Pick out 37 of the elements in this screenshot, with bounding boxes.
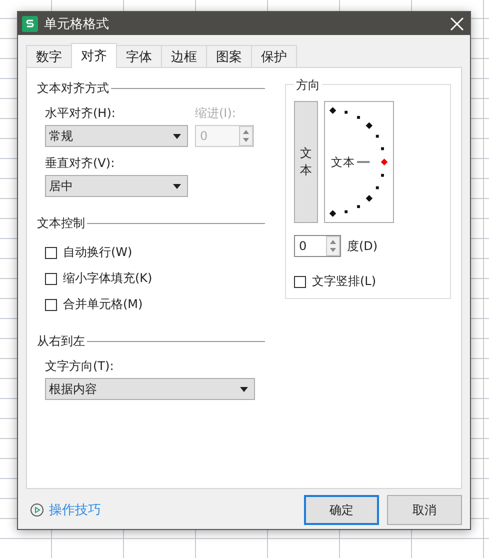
app-logo-icon (22, 16, 38, 32)
vertical-text-button[interactable]: 文本 (294, 101, 318, 223)
dropdown[interactable]: 常规 (45, 125, 188, 147)
close-icon[interactable] (450, 16, 464, 30)
dropdown-arrow-icon (240, 386, 248, 392)
degree-spinner[interactable]: 0 (294, 235, 341, 257)
dropdown-arrow-icon (173, 134, 181, 138)
spinner-arrows-icon[interactable] (239, 126, 253, 146)
section-title: 文本控制 (37, 215, 85, 232)
play-icon (30, 503, 44, 517)
checkbox[interactable] (45, 272, 57, 284)
ok-button[interactable]: 确定 (304, 495, 379, 525)
dial-text: 文本 (330, 154, 355, 169)
field-label: 水平对齐(H): (45, 105, 116, 122)
degree-label: 度(D) (347, 238, 378, 254)
checkbox-label[interactable]: 自动换行(W) (63, 244, 132, 261)
dropdown-arrow-icon (173, 184, 181, 188)
field-label: 缩进(I): (195, 105, 237, 122)
checkbox[interactable] (45, 298, 57, 310)
checkbox-label[interactable]: 文字竖排(L) (312, 273, 376, 290)
tab[interactable]: 对齐 (71, 43, 117, 68)
tab[interactable]: 保护 (251, 45, 297, 67)
section-title: 从右到左 (37, 333, 85, 350)
checkbox[interactable] (294, 276, 306, 288)
tab[interactable]: 数字 (26, 45, 72, 67)
field-label: 文字方向(T): (45, 358, 115, 375)
dropdown[interactable]: 根据内容 (45, 378, 255, 400)
field-label: 垂直对齐(V): (45, 155, 116, 172)
dropdown[interactable]: 居中 (45, 175, 188, 197)
section-title: 文本对齐方式 (37, 80, 109, 97)
checkbox[interactable] (45, 246, 57, 258)
orientation-dial[interactable]: 文本 (324, 101, 394, 223)
spinner-arrows-icon[interactable] (326, 236, 340, 256)
checkbox-label[interactable]: 缩小字体填充(K) (63, 270, 152, 287)
window-title: 单元格格式 (44, 16, 110, 32)
checkbox-label[interactable]: 合并单元格(M) (63, 296, 143, 313)
cancel-button[interactable]: 取消 (387, 495, 462, 525)
